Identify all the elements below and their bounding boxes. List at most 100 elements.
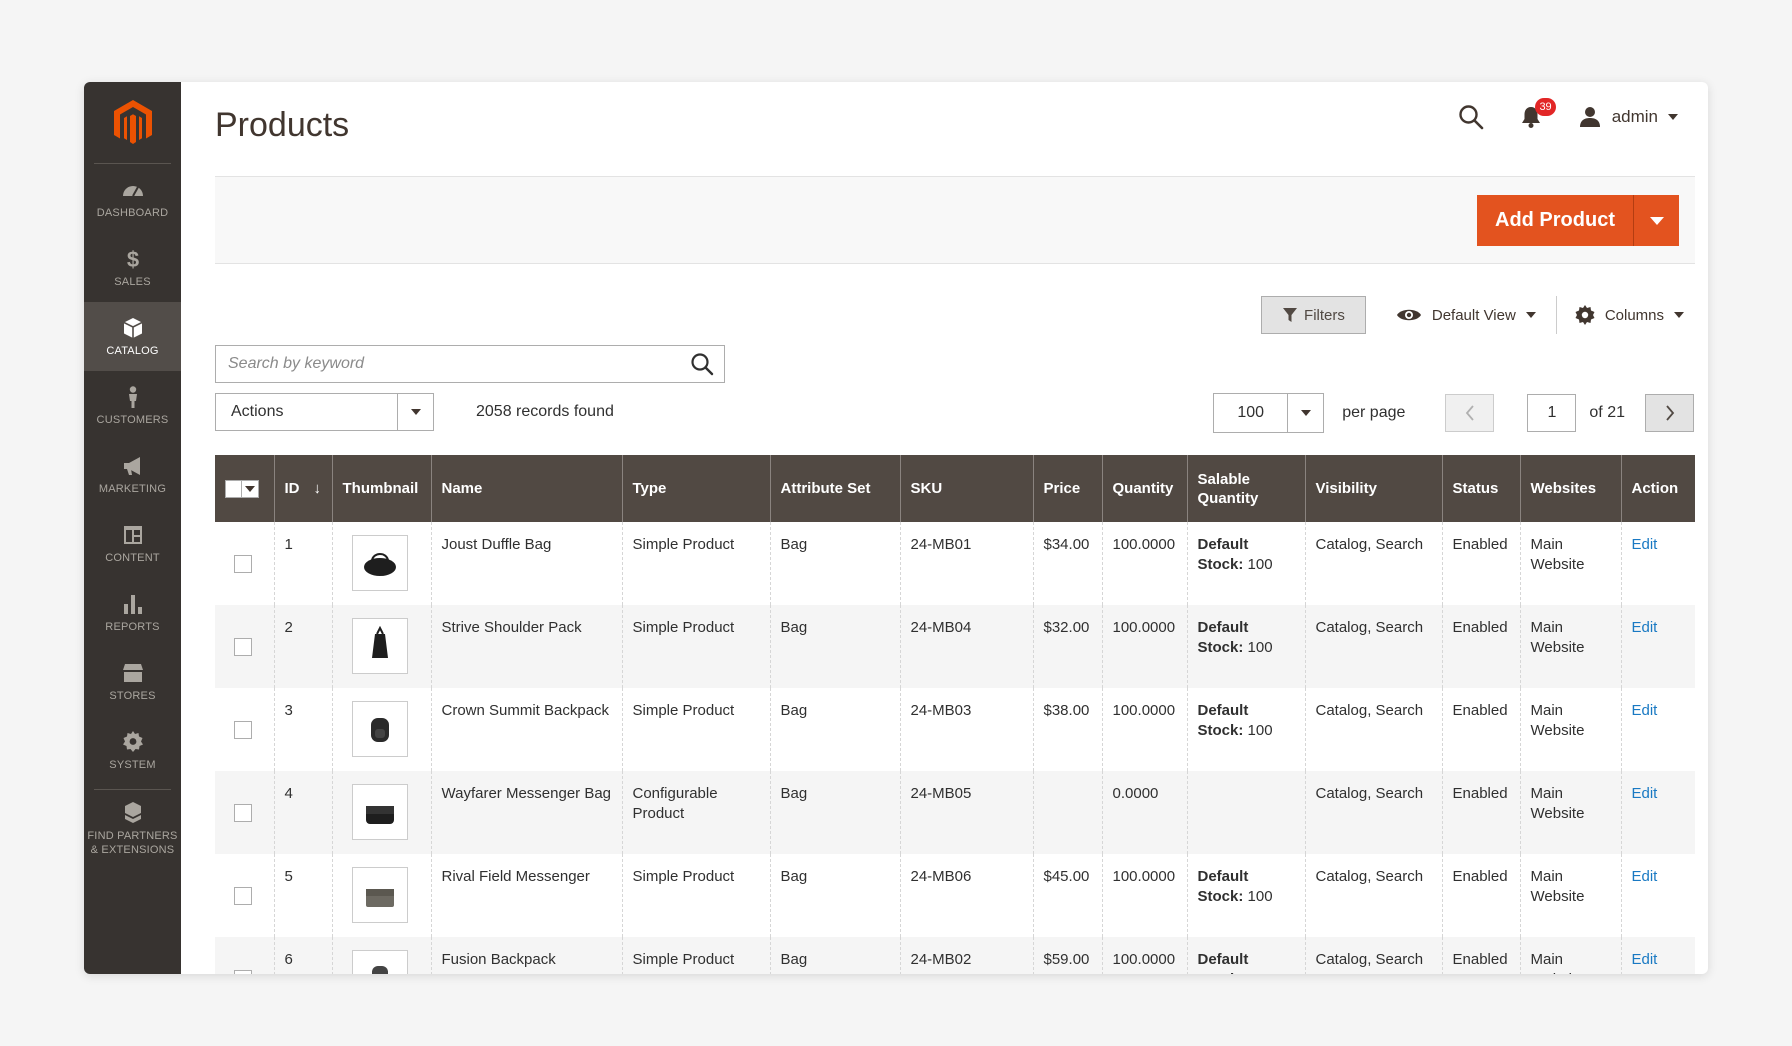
chevron-left-icon (1465, 405, 1474, 421)
per-page-selector[interactable]: 100 (1213, 393, 1325, 433)
sidebar-item-dashboard[interactable]: DASHBOARD (84, 164, 181, 233)
product-thumbnail[interactable] (351, 784, 408, 840)
default-view-selector[interactable]: Default View (1396, 296, 1557, 334)
row-checkbox[interactable] (234, 555, 252, 573)
filters-label: Filters (1304, 306, 1345, 324)
cell-type: Configurable Product (622, 771, 771, 854)
row-checkbox[interactable] (234, 970, 252, 974)
per-page-value: 100 (1237, 404, 1265, 421)
edit-link[interactable]: Edit (1632, 536, 1658, 553)
grid-toolbar: Filters Default View Columns (1261, 296, 1684, 334)
table-row[interactable]: 5 Rival Field Messenger Simple Product Bag 2… (215, 854, 1695, 937)
edit-link[interactable]: Edit (1632, 619, 1658, 636)
row-select-cell (215, 522, 275, 605)
product-thumbnail[interactable] (351, 867, 408, 923)
chevron-down-icon (1668, 114, 1678, 120)
sidebar-item-find-partners[interactable]: FIND PARTNERS & EXTENSIONS (84, 794, 181, 863)
cell-action: Edit (1621, 937, 1695, 974)
product-thumbnail[interactable] (351, 535, 408, 591)
table-row[interactable]: 6 Fusion Backpack Simple Product Bag 24-MB02… (215, 937, 1695, 974)
row-select-cell (215, 771, 275, 854)
cell-name: Joust Duffle Bag (431, 522, 623, 605)
main-content: Products 39 admin Add Product Filters De… (181, 82, 1708, 974)
sidebar-item-content[interactable]: CONTENT (84, 509, 181, 578)
add-product-button[interactable]: Add Product (1477, 195, 1679, 246)
sidebar-item-reports[interactable]: REPORTS (84, 578, 181, 647)
sidebar-item-system[interactable]: SYSTEM (84, 716, 181, 785)
sidebar-item-sales[interactable]: $ SALES (84, 233, 181, 302)
sidebar-item-stores[interactable]: STORES (84, 647, 181, 716)
table-row[interactable]: 4 Wayfarer Messenger Bag Configurable Prod… (215, 771, 1695, 854)
table-row[interactable]: 1 Joust Duffle Bag Simple Product Bag 24-MB0… (215, 522, 1695, 605)
cell-salable-quantity: Default Stock: 100 (1187, 522, 1306, 605)
row-checkbox[interactable] (234, 887, 252, 905)
edit-link[interactable]: Edit (1632, 785, 1658, 802)
next-page-button[interactable] (1645, 394, 1694, 432)
column-header-attribute-set[interactable]: Attribute Set (770, 455, 901, 522)
magento-logo[interactable] (94, 82, 171, 164)
mass-select-toggle[interactable] (242, 485, 258, 492)
records-count: 2058 records found (476, 403, 614, 420)
sidebar-item-marketing[interactable]: MARKETING (84, 440, 181, 509)
edit-link[interactable]: Edit (1632, 951, 1658, 968)
column-header-sku[interactable]: SKU (900, 455, 1034, 522)
salable-value: 100 (1243, 888, 1273, 905)
column-header-visibility[interactable]: Visibility (1305, 455, 1443, 522)
previous-page-button[interactable] (1445, 394, 1495, 432)
mass-select-checkbox[interactable] (225, 479, 259, 498)
actions-toggle[interactable] (397, 394, 433, 430)
search-icon (1458, 105, 1483, 130)
page-title: Products (215, 106, 350, 144)
cell-price (1033, 771, 1103, 854)
add-product-dropdown-toggle[interactable] (1634, 195, 1679, 246)
admin-user-menu[interactable]: admin (1578, 105, 1678, 129)
product-thumbnail[interactable] (351, 618, 408, 674)
sidebar-item-customers[interactable]: CUSTOMERS (84, 371, 181, 440)
sidebar-item-catalog[interactable]: CATALOG (84, 302, 181, 371)
cell-name: Strive Shoulder Pack (431, 605, 623, 688)
row-checkbox[interactable] (234, 638, 252, 656)
column-header-name[interactable]: Name (431, 455, 623, 522)
chevron-down-icon (1674, 312, 1684, 318)
current-page-input[interactable]: 1 (1527, 394, 1577, 432)
row-checkbox[interactable] (234, 804, 252, 822)
edit-link[interactable]: Edit (1632, 868, 1658, 885)
cell-salable-quantity: Default Stock: 100 (1187, 937, 1306, 974)
partners-boxes-icon (124, 801, 141, 823)
row-checkbox[interactable] (234, 721, 252, 739)
global-search-button[interactable] (1458, 104, 1484, 130)
sidebar-item-label: CONTENT (105, 551, 160, 564)
table-row[interactable]: 2 Strive Shoulder Pack Simple Product Bag 24… (215, 605, 1695, 688)
cell-price: $59.00 (1033, 937, 1103, 974)
column-header-quantity[interactable]: Quantity (1102, 455, 1188, 522)
notifications-button[interactable]: 39 (1518, 98, 1556, 130)
column-header-price[interactable]: Price (1033, 455, 1103, 522)
column-header-status[interactable]: Status (1442, 455, 1521, 522)
cell-status: Enabled (1442, 522, 1521, 605)
cell-name: Crown Summit Backpack (431, 688, 623, 771)
column-header-websites[interactable]: Websites (1520, 455, 1622, 522)
select-all-box[interactable] (226, 480, 242, 497)
cell-websites: Main Website (1520, 605, 1622, 688)
filters-button[interactable]: Filters (1261, 296, 1366, 334)
columns-selector[interactable]: Columns (1557, 305, 1684, 325)
edit-link[interactable]: Edit (1632, 702, 1658, 719)
sidebar-item-label: CATALOG (106, 344, 159, 357)
product-image-icon (365, 889, 394, 907)
search-submit-button[interactable] (680, 352, 724, 376)
per-page-toggle[interactable] (1287, 394, 1323, 432)
search-input[interactable] (216, 355, 680, 373)
cell-type: Simple Product (622, 937, 771, 974)
column-header-id[interactable]: ID ↓ (274, 455, 333, 522)
cell-websites: Main Website (1520, 854, 1622, 937)
product-thumbnail[interactable] (351, 950, 408, 974)
product-image-icon (363, 553, 396, 576)
mass-select-header[interactable] (215, 455, 275, 522)
salable-value: 100 (1243, 556, 1273, 573)
product-thumbnail[interactable] (351, 701, 408, 757)
mass-actions-dropdown[interactable]: Actions (215, 393, 434, 431)
table-row[interactable]: 3 Crown Summit Backpack Simple Product Bag 2… (215, 688, 1695, 771)
column-header-type[interactable]: Type (622, 455, 771, 522)
svg-text:$: $ (126, 247, 138, 271)
cell-action: Edit (1621, 854, 1695, 937)
